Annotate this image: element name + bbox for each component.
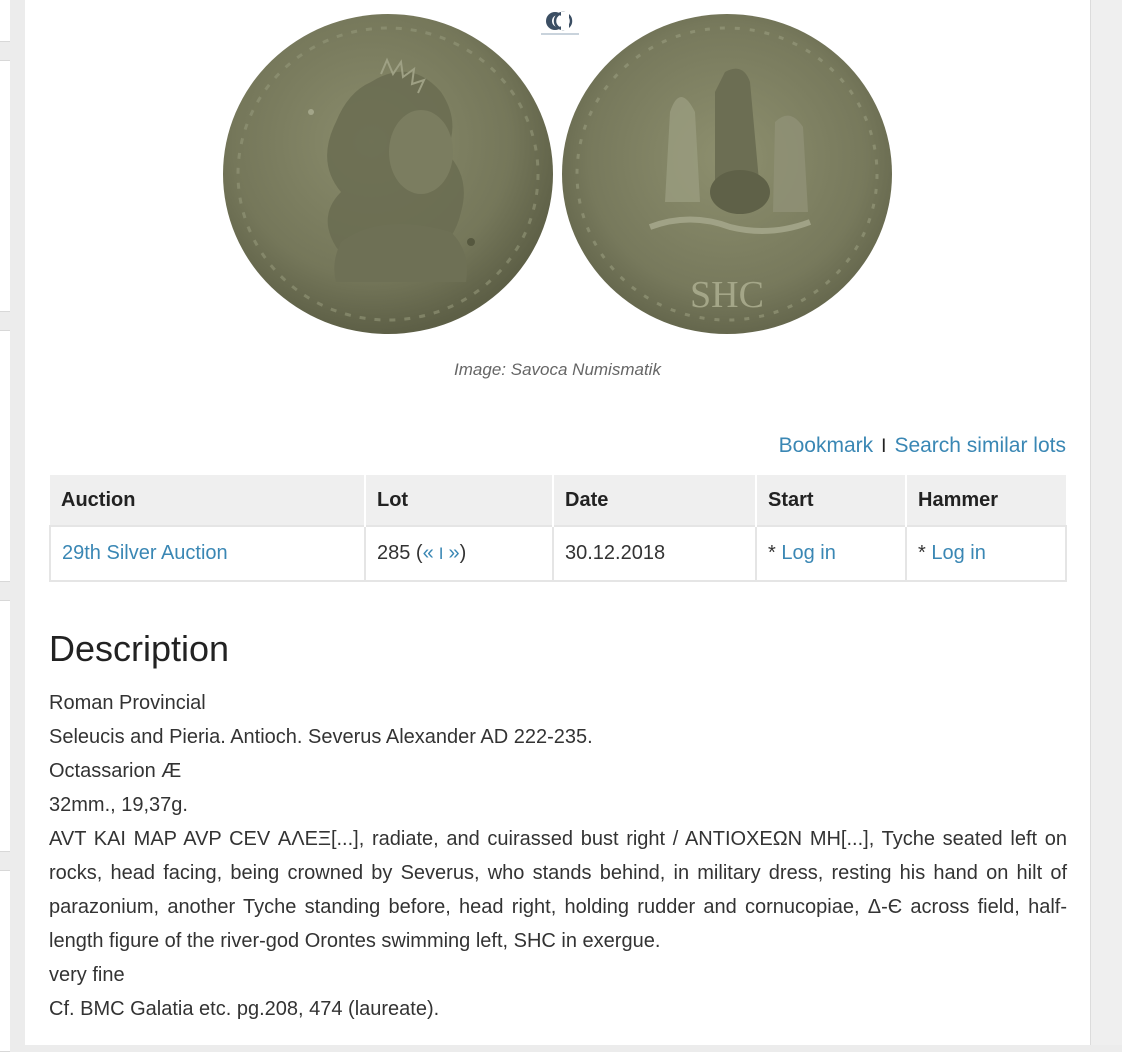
actions-separator: I [881,436,887,457]
lot-number: 285 ( [377,542,423,564]
next-lot-link[interactable]: » [448,542,459,564]
right-gutter [1090,0,1122,1045]
cell-start: * Log in [755,525,907,582]
description-heading: Description [49,628,230,669]
description-reference: Cf. BMC Galatia etc. pg.208, 474 (laurea… [49,998,440,1020]
lot-actions: Bookmark I Search similar lots [779,434,1066,458]
hammer-asterisk: * [918,542,932,564]
left-sidebar-edge [0,0,10,1052]
start-asterisk: * [768,542,782,564]
header-lot: Lot [365,475,554,526]
description-issuer: Seleucis and Pieria. Antioch. Severus Al… [49,726,593,748]
description-legend: AVT KAI MAP AVP CEV ΑΛΕΞ[...], radiate, … [49,828,1067,952]
cell-date: 30.12.2018 [552,525,757,582]
lot-detail-panel: SHC Image: Savoca Numismatik Bookmark I Se… [25,0,1090,1045]
lot-close-paren: ) [459,542,467,564]
cell-hammer: * Log in [905,525,1067,582]
search-similar-lots-link[interactable]: Search similar lots [894,434,1066,457]
header-start: Start [756,475,907,526]
description-category: Roman Provincial [49,692,206,714]
previous-lot-link[interactable]: « [423,542,434,564]
cell-auction: 29th Silver Auction [49,525,366,582]
header-auction: Auction [50,475,366,526]
reverse-exergue-text: SHC [690,274,764,316]
lot-info-table: Auction Lot Date Start Hammer 29th Silve… [49,475,1067,582]
description-body: Roman Provincial Seleucis and Pieria. An… [49,686,1067,1026]
table-row: 29th Silver Auction 285 (« I») 30.12.2018… [49,525,1067,582]
header-date: Date [553,475,757,526]
coin-image[interactable]: SHC [25,0,1090,345]
lot-nav-divider: I [438,544,444,563]
bookmark-link[interactable]: Bookmark [779,434,874,457]
table-header-row: Auction Lot Date Start Hammer [50,475,1066,526]
auction-link[interactable]: 29th Silver Auction [62,542,228,564]
description-size-weight: 32mm., 19,37g. [49,794,188,816]
start-login-link[interactable]: Log in [781,542,836,564]
hammer-login-link[interactable]: Log in [931,542,986,564]
coin-obverse-icon [223,14,553,334]
image-caption: Image: Savoca Numismatik [454,360,661,379]
coin-reverse-icon: SHC [562,14,892,334]
cell-lot: 285 (« I») [364,525,554,582]
description-grade: very fine [49,964,125,986]
header-hammer: Hammer [906,475,1066,526]
description-denomination: Octassarion Æ [49,760,182,782]
